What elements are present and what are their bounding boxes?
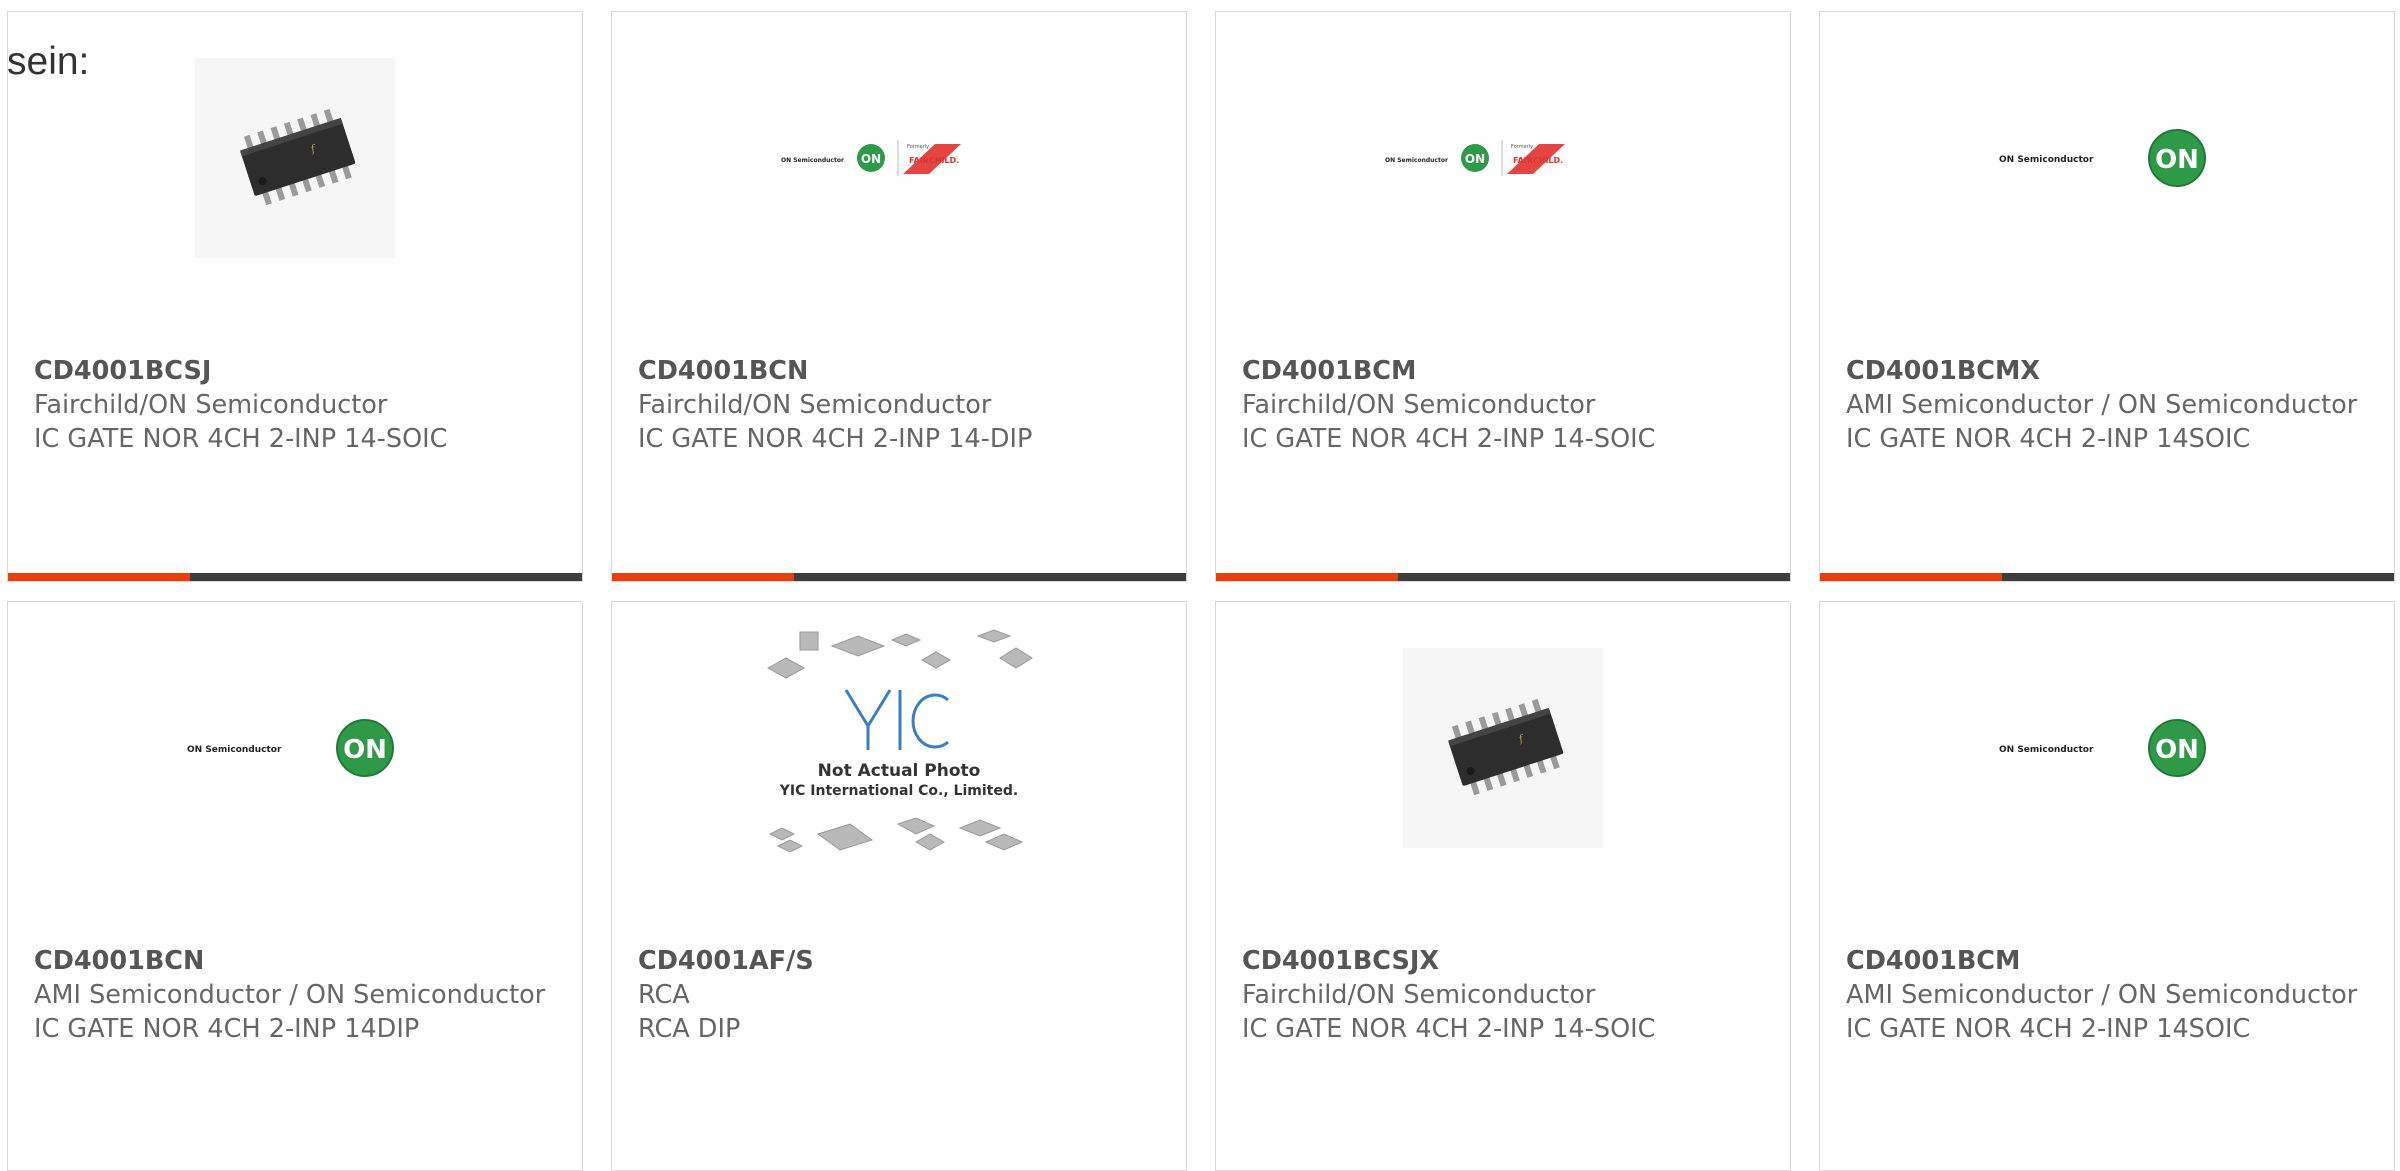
soic-chip-photo-icon: f: [195, 58, 395, 258]
manufacturer: AMI Semiconductor / ON Semiconductor: [34, 980, 546, 1010]
card-bar: [8, 573, 582, 581]
card-bar-accent: [8, 573, 190, 581]
part-number[interactable]: CD4001BCMX: [1846, 354, 2374, 388]
product-card[interactable]: Not Actual Photo YIC International Co., …: [611, 601, 1187, 1171]
svg-text:ON Semiconductor: ON Semiconductor: [1999, 155, 2094, 165]
svg-text:Not Actual Photo: Not Actual Photo: [818, 761, 981, 781]
product-info: CD4001AF/S RCA RCA DIP: [638, 944, 1166, 1046]
svg-text:ON: ON: [343, 735, 387, 765]
part-number[interactable]: CD4001AF/S: [638, 944, 1166, 978]
svg-text:ON: ON: [1465, 152, 1485, 166]
svg-text:ON: ON: [2155, 145, 2199, 175]
product-image[interactable]: ON Semiconductor ON Formerly FAIRCHILD.: [612, 58, 1186, 258]
svg-text:FAIRCHILD.: FAIRCHILD.: [1513, 156, 1563, 165]
svg-text:ON Semiconductor: ON Semiconductor: [1385, 157, 1448, 164]
product-card[interactable]: ON Semiconductor ON CD4001BCN AMI Semico…: [7, 601, 583, 1171]
svg-text:YIC International Co., Limited: YIC International Co., Limited.: [779, 783, 1018, 799]
on-fairchild-logo-icon: ON Semiconductor ON Formerly FAIRCHILD.: [1385, 140, 1565, 176]
on-semiconductor-logo-icon: ON Semiconductor ON: [187, 719, 394, 777]
part-number[interactable]: CD4001BCSJ: [34, 354, 562, 388]
card-bar: [612, 573, 1186, 581]
part-number[interactable]: CD4001BCN: [638, 354, 1166, 388]
product-image[interactable]: Not Actual Photo YIC International Co., …: [612, 629, 1186, 853]
description: IC GATE NOR 4CH 2-INP 14SOIC: [1846, 1014, 2251, 1044]
part-number[interactable]: CD4001BCSJX: [1242, 944, 1770, 978]
product-info: CD4001BCM Fairchild/ON Semiconductor IC …: [1242, 354, 1770, 456]
prefix-text: sein:: [7, 40, 90, 83]
part-number[interactable]: CD4001BCN: [34, 944, 562, 978]
product-info: CD4001BCSJ Fairchild/ON Semiconductor IC…: [34, 354, 562, 456]
product-card[interactable]: ON Semiconductor ON Formerly FAIRCHILD. …: [611, 11, 1187, 582]
product-image[interactable]: ON Semiconductor ON: [8, 648, 582, 848]
part-number[interactable]: CD4001BCM: [1242, 354, 1770, 388]
svg-text:ON Semiconductor: ON Semiconductor: [1999, 745, 2094, 755]
product-info: CD4001BCSJX Fairchild/ON Semiconductor I…: [1242, 944, 1770, 1046]
description: IC GATE NOR 4CH 2-INP 14-SOIC: [1242, 424, 1656, 454]
description: IC GATE NOR 4CH 2-INP 14-SOIC: [1242, 1014, 1656, 1044]
not-actual-photo-icon: Not Actual Photo YIC International Co., …: [766, 629, 1033, 853]
svg-text:ON Semiconductor: ON Semiconductor: [187, 745, 282, 755]
product-image[interactable]: f: [8, 58, 582, 258]
svg-text:Formerly: Formerly: [907, 144, 929, 150]
card-bar: [1820, 573, 2394, 581]
product-info: CD4001BCMX AMI Semiconductor / ON Semico…: [1846, 354, 2374, 456]
product-info: CD4001BCN Fairchild/ON Semiconductor IC …: [638, 354, 1166, 456]
description: IC GATE NOR 4CH 2-INP 14DIP: [34, 1014, 420, 1044]
soic-chip-photo-icon: f: [1403, 648, 1603, 848]
on-fairchild-logo-icon: ON Semiconductor ON Formerly FAIRCHILD.: [781, 140, 961, 176]
manufacturer: RCA: [638, 980, 690, 1010]
description: IC GATE NOR 4CH 2-INP 14-SOIC: [34, 424, 448, 454]
description: IC GATE NOR 4CH 2-INP 14SOIC: [1846, 424, 2251, 454]
product-card[interactable]: f CD4001BCSJ Fairchild/ON Semiconductor …: [7, 11, 583, 582]
svg-text:Formerly: Formerly: [1511, 144, 1533, 150]
card-bar-accent: [1820, 573, 2002, 581]
svg-text:ON: ON: [2155, 735, 2199, 765]
product-info: CD4001BCM AMI Semiconductor / ON Semicon…: [1846, 944, 2374, 1046]
product-image[interactable]: ON Semiconductor ON: [1820, 58, 2394, 258]
product-image[interactable]: f: [1216, 648, 1790, 848]
product-card[interactable]: f CD4001BCSJX Fairchild/ON Semiconductor…: [1215, 601, 1791, 1171]
on-semiconductor-logo-icon: ON Semiconductor ON: [1999, 129, 2206, 187]
description: RCA DIP: [638, 1014, 741, 1044]
card-bar-accent: [1216, 573, 1398, 581]
product-image[interactable]: ON Semiconductor ON Formerly FAIRCHILD.: [1216, 58, 1790, 258]
product-info: CD4001BCN AMI Semiconductor / ON Semicon…: [34, 944, 562, 1046]
on-semiconductor-logo-icon: ON Semiconductor ON: [1999, 719, 2206, 777]
manufacturer: Fairchild/ON Semiconductor: [638, 390, 992, 420]
manufacturer: Fairchild/ON Semiconductor: [1242, 980, 1596, 1010]
description: IC GATE NOR 4CH 2-INP 14-DIP: [638, 424, 1033, 454]
manufacturer: Fairchild/ON Semiconductor: [1242, 390, 1596, 420]
svg-text:ON Semiconductor: ON Semiconductor: [781, 157, 844, 164]
product-image[interactable]: ON Semiconductor ON: [1820, 648, 2394, 848]
part-number[interactable]: CD4001BCM: [1846, 944, 2374, 978]
svg-text:ON: ON: [861, 152, 881, 166]
product-card[interactable]: ON Semiconductor ON CD4001BCMX AMI Semic…: [1819, 11, 2395, 582]
svg-text:FAIRCHILD.: FAIRCHILD.: [909, 156, 959, 165]
card-bar-accent: [612, 573, 794, 581]
product-card[interactable]: ON Semiconductor ON Formerly FAIRCHILD. …: [1215, 11, 1791, 582]
card-bar: [1216, 573, 1790, 581]
product-card[interactable]: ON Semiconductor ON CD4001BCM AMI Semico…: [1819, 601, 2395, 1171]
manufacturer: AMI Semiconductor / ON Semiconductor: [1846, 980, 2358, 1010]
manufacturer: AMI Semiconductor / ON Semiconductor: [1846, 390, 2358, 420]
manufacturer: Fairchild/ON Semiconductor: [34, 390, 388, 420]
